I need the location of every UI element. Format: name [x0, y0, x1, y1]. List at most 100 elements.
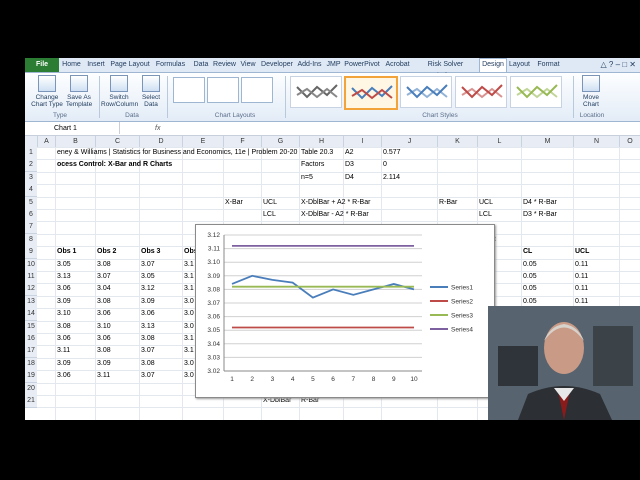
obs-value-cell[interactable]: 3.09 — [57, 296, 71, 308]
tab-layout[interactable]: Layout — [506, 59, 533, 71]
row-header-6[interactable]: 6 — [25, 209, 37, 222]
obs-value-cell[interactable]: 3.10 — [97, 321, 111, 333]
r-value-cell[interactable]: 0.05 — [523, 283, 537, 295]
row-header-1[interactable]: 1 — [25, 147, 37, 160]
chart-style-3[interactable] — [400, 76, 452, 108]
fx-icon[interactable]: fx — [155, 122, 160, 135]
obs-value-cell[interactable]: 3.08 — [141, 333, 155, 345]
obs-value-cell[interactable]: 3.05 — [141, 271, 155, 283]
obs-value-cell[interactable]: 3.1 — [184, 333, 194, 345]
row-header-9[interactable]: 9 — [25, 246, 37, 260]
tab-acrobat[interactable]: Acrobat — [382, 59, 413, 71]
ucl-label-cell[interactable]: UCL — [263, 197, 277, 209]
factors-label-cell[interactable]: Factors — [301, 159, 324, 171]
obs-header-cell[interactable]: Obs 2 — [97, 246, 116, 258]
obs-value-cell[interactable]: 3.09 — [141, 296, 155, 308]
switch-row-column-button[interactable]: Switch Row/Column — [101, 75, 138, 108]
chart-style-4[interactable] — [455, 76, 507, 108]
column-header-H[interactable]: H — [299, 136, 343, 147]
obs-header-cell[interactable]: Obs 3 — [141, 246, 160, 258]
obs-value-cell[interactable]: 3.1 — [184, 345, 194, 357]
column-header-K[interactable]: K — [437, 136, 477, 147]
lcl-label-cell[interactable]: LCL — [263, 209, 276, 221]
tab-view[interactable]: View — [237, 59, 259, 71]
row-header-4[interactable]: 4 — [25, 184, 37, 198]
d4-value-cell[interactable]: 2.114 — [383, 172, 400, 184]
chart-style-2[interactable] — [344, 76, 398, 110]
obs-value-cell[interactable]: 3.12 — [141, 283, 155, 295]
obs-value-cell[interactable]: 3.08 — [97, 296, 111, 308]
tab-add-ins[interactable]: Add-Ins — [295, 59, 324, 71]
obs-value-cell[interactable]: 3.06 — [141, 308, 155, 320]
obs-header-cell[interactable]: Obs 1 — [57, 246, 76, 258]
column-header-G[interactable]: G — [261, 136, 299, 147]
row-header-3[interactable]: 3 — [25, 171, 37, 185]
column-header-F[interactable]: F — [223, 136, 261, 147]
r-ucl-formula-cell[interactable]: D4 * R-Bar — [523, 197, 557, 209]
xbar-label-cell[interactable]: X-Bar — [225, 197, 243, 209]
obs-value-cell[interactable]: 3.07 — [141, 259, 155, 271]
a2-value-cell[interactable]: 0.577 — [383, 147, 401, 159]
row-header-17[interactable]: 17 — [25, 345, 37, 359]
column-header-N[interactable]: N — [573, 136, 619, 147]
tab-formulas[interactable]: Formulas — [152, 59, 189, 71]
row-header-7[interactable]: 7 — [25, 221, 37, 235]
row-header-14[interactable]: 14 — [25, 308, 37, 322]
column-header-E[interactable]: E — [182, 136, 223, 147]
obs-value-cell[interactable]: 3.07 — [141, 370, 155, 382]
obs-value-cell[interactable]: 3.10 — [57, 308, 71, 320]
obs-value-cell[interactable]: 3.08 — [97, 345, 111, 357]
row-header-19[interactable]: 19 — [25, 370, 37, 384]
table-label-cell[interactable]: Table 20.3 — [301, 147, 333, 159]
row-header-10[interactable]: 10 — [25, 258, 37, 272]
chart-layout-3[interactable] — [241, 77, 273, 103]
tab-data[interactable]: Data — [190, 59, 212, 71]
row-header-13[interactable]: 13 — [25, 295, 37, 309]
row-header-8[interactable]: 8 — [25, 233, 37, 247]
tab-page-layout[interactable]: Page Layout — [109, 59, 151, 71]
obs-value-cell[interactable]: 3.07 — [141, 345, 155, 357]
n-label-cell[interactable]: n=5 — [301, 172, 313, 184]
r-header-cell[interactable]: UCL — [575, 246, 589, 258]
name-box[interactable]: Chart 1 — [25, 122, 120, 134]
save-as-template-button[interactable]: Save As Template — [63, 75, 95, 108]
obs-value-cell[interactable]: 3.06 — [57, 283, 71, 295]
sheet-title-cell[interactable]: ocess Control: X-Bar and R Charts — [57, 159, 172, 171]
obs-value-cell[interactable]: 3.08 — [141, 358, 155, 370]
r-value-cell[interactable]: 0.11 — [575, 271, 588, 283]
obs-value-cell[interactable]: 3.0 — [184, 296, 194, 308]
r-value-cell[interactable]: 0.11 — [575, 259, 588, 271]
tab-jmp[interactable]: JMP — [325, 59, 342, 71]
row-header-12[interactable]: 12 — [25, 283, 37, 297]
obs-value-cell[interactable]: 3.13 — [57, 271, 71, 283]
obs-value-cell[interactable]: 3.0 — [184, 321, 194, 333]
r-value-cell[interactable]: 0.05 — [523, 259, 537, 271]
obs-value-cell[interactable]: 3.1 — [184, 271, 194, 283]
column-header-M[interactable]: M — [521, 136, 573, 147]
lcl-formula-cell[interactable]: X-DblBar - A2 * R-Bar — [301, 209, 369, 221]
column-header-J[interactable]: J — [381, 136, 437, 147]
row-header-18[interactable]: 18 — [25, 357, 37, 371]
a2-label-cell[interactable]: A2 — [345, 147, 354, 159]
r-ucl-label-cell[interactable]: UCL — [479, 197, 493, 209]
obs-value-cell[interactable]: 3.11 — [97, 370, 110, 382]
d3-label-cell[interactable]: D3 — [345, 159, 354, 171]
tab-risk-solver-platform[interactable]: Risk Solver Platform — [414, 59, 477, 80]
obs-value-cell[interactable]: 3.11 — [57, 345, 70, 357]
obs-value-cell[interactable]: 3.08 — [57, 321, 71, 333]
tab-developer[interactable]: Developer — [260, 59, 294, 71]
obs-value-cell[interactable]: 3.06 — [57, 370, 71, 382]
obs-value-cell[interactable]: 3.0 — [184, 358, 194, 370]
row-header-16[interactable]: 16 — [25, 333, 37, 346]
tab-file[interactable]: File — [25, 58, 59, 72]
column-header-O[interactable]: O — [619, 136, 640, 147]
chart-layout-1[interactable] — [173, 77, 205, 103]
r-header-cell[interactable]: CL — [523, 246, 532, 258]
rbar-label-cell[interactable]: R-Bar — [439, 197, 457, 209]
r-lcl-label-cell[interactable]: LCL — [479, 209, 492, 221]
d3-value-cell[interactable]: 0 — [383, 159, 387, 171]
r-value-cell[interactable]: 0.11 — [575, 283, 588, 295]
column-header-I[interactable]: I — [343, 136, 381, 147]
column-header-B[interactable]: B — [55, 136, 95, 147]
help-icon[interactable]: △ ? – □ ✕ — [601, 60, 636, 69]
